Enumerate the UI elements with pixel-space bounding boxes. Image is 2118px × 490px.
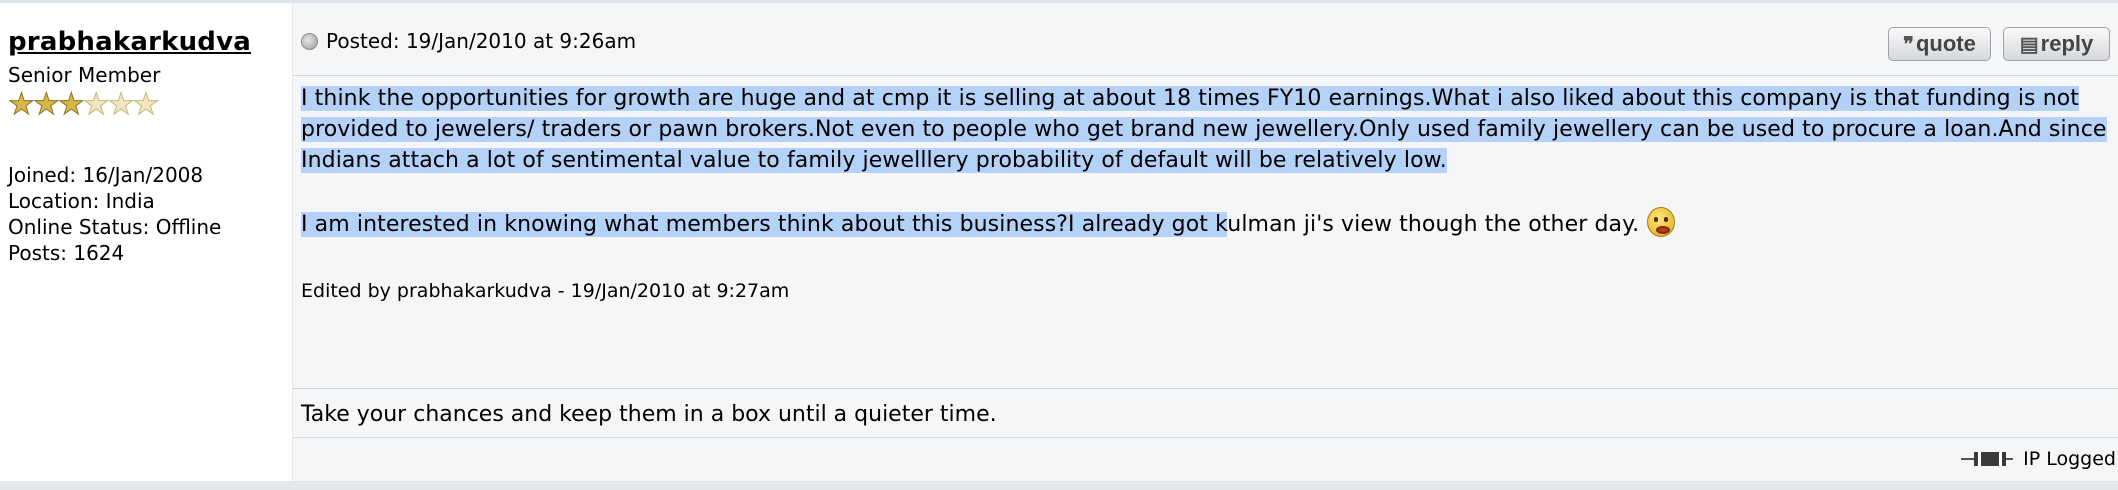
post-header: Posted: 19/Jan/2010 at 9:26am ❞ quote ▤ …: [293, 3, 2118, 76]
post-paragraph-1: I think the opportunities for growth are…: [301, 83, 2111, 176]
quote-button-label: quote: [1915, 31, 1976, 56]
ip-plug-icon: [1961, 451, 2014, 467]
bottom-divider: [0, 481, 2118, 490]
post-content-panel: Posted: 19/Jan/2010 at 9:26am ❞ quote ▤ …: [292, 3, 2118, 481]
author-joined: Joined: 16/Jan/2008: [8, 163, 204, 187]
ip-logged: IP Logged: [1961, 447, 2116, 471]
reply-button-label: reply: [2040, 31, 2094, 56]
author-rank: Senior Member: [8, 63, 161, 87]
unselected-text: ulman ji's view though the other day.: [1227, 212, 1640, 237]
posted-line: Posted: 19/Jan/2010 at 9:26am: [301, 29, 636, 53]
selected-text: I think the opportunities for growth are…: [301, 86, 2107, 173]
offline-dot-icon: [301, 32, 318, 50]
speech-bubble-icon: ❞: [1903, 33, 1914, 56]
author-meta: Joined: 16/Jan/2008 Location: India Onli…: [8, 162, 292, 266]
reply-button[interactable]: ▤ reply: [2003, 27, 2110, 61]
post-paragraph-2: I am interested in knowing what members …: [301, 207, 2111, 240]
author-post-count: Posts: 1624: [8, 241, 125, 265]
footer-divider: [293, 437, 2118, 438]
rank-stars: ★ ★ ★ ★ ★ ★: [8, 87, 292, 122]
posted-date: Posted: 19/Jan/2010 at 9:26am: [326, 29, 637, 53]
star-empty-icon: ★: [107, 87, 135, 122]
ip-logged-label: IP Logged: [2023, 448, 2116, 470]
post-body[interactable]: I think the opportunities for growth are…: [301, 83, 2111, 240]
star-empty-icon: ★: [132, 87, 160, 122]
star-filled-icon: ★: [8, 87, 36, 122]
signature-divider: [293, 388, 2118, 389]
star-filled-icon: ★: [57, 87, 85, 122]
quote-button[interactable]: ❞ quote: [1888, 27, 1991, 61]
star-filled-icon: ★: [32, 87, 60, 122]
selected-text: I am interested in knowing what members …: [301, 212, 1228, 237]
edited-note: Edited by prabhakarkudva - 19/Jan/2010 a…: [301, 280, 790, 302]
confused-smiley-icon: [1647, 207, 1676, 237]
author-online-status: Online Status: Offline: [8, 215, 222, 239]
author-location: Location: India: [8, 189, 155, 213]
star-empty-icon: ★: [82, 87, 110, 122]
notepad-icon: ▤: [2019, 33, 2039, 56]
author-panel: prabhakarkudva Senior Member ★ ★ ★ ★ ★ ★ Join…: [0, 3, 292, 481]
forum-post: prabhakarkudva Senior Member ★ ★ ★ ★ ★ ★ Join…: [0, 3, 2118, 481]
author-name-link[interactable]: prabhakarkudva: [8, 26, 292, 58]
signature: Take your chances and keep them in a box…: [301, 402, 997, 427]
